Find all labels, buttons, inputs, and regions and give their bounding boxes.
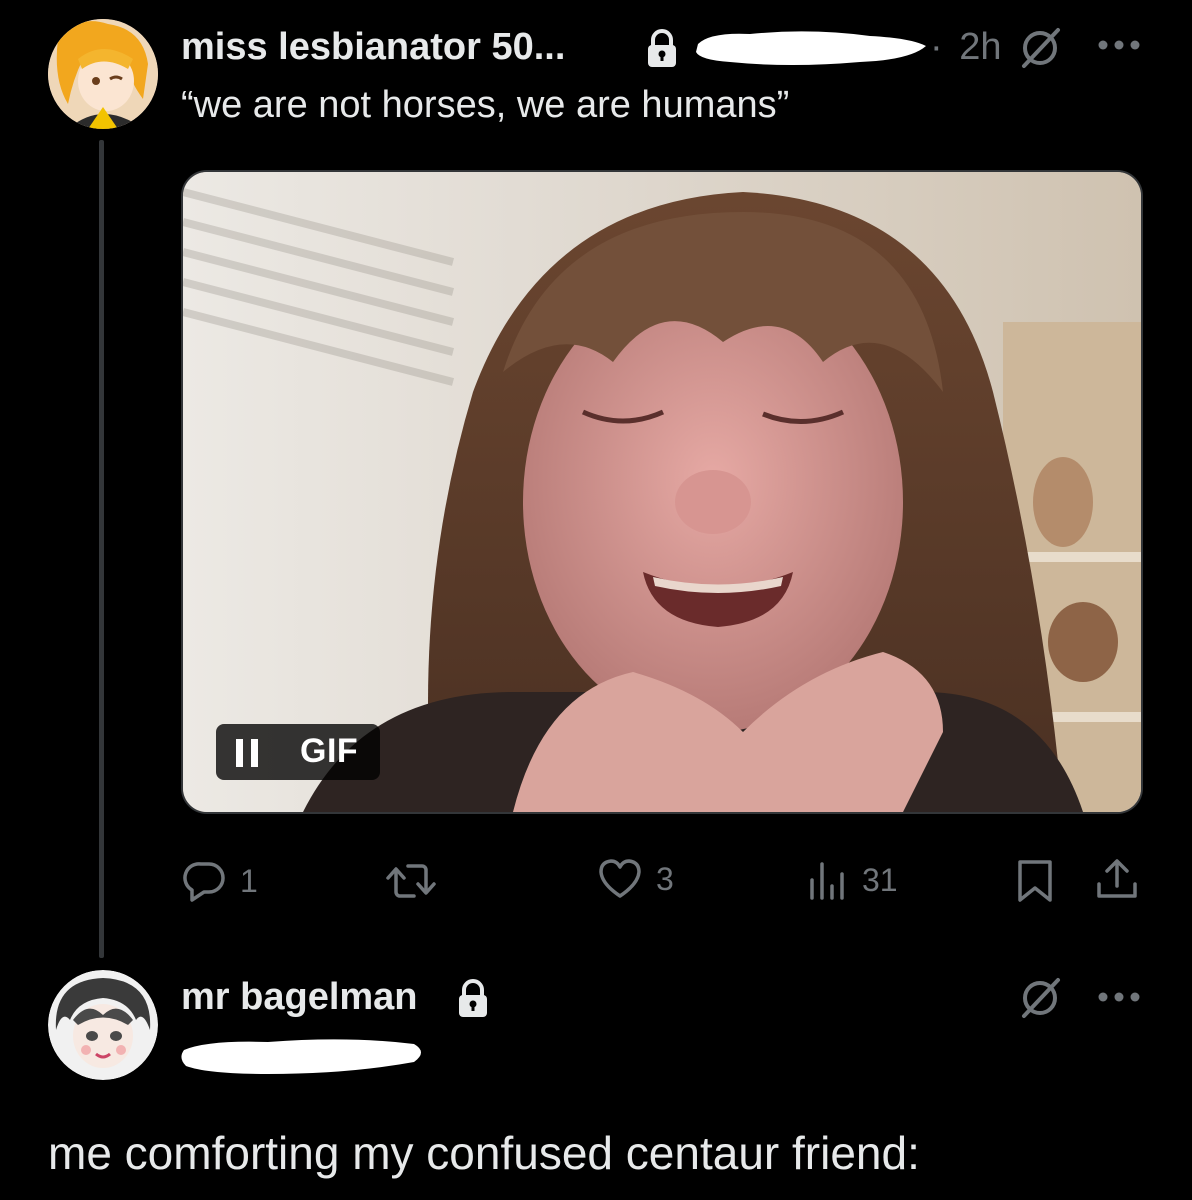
reply-icon <box>183 862 225 902</box>
lock-icon <box>454 978 492 1023</box>
redacted-handle <box>690 24 930 75</box>
gif-label: GIF <box>300 732 359 770</box>
lock-icon <box>643 28 681 73</box>
time-separator: · <box>930 26 943 68</box>
pause-icon[interactable] <box>234 739 264 767</box>
reply-count: 1 <box>240 862 258 899</box>
tweet-text: “we are not horses, we are humans” <box>181 84 790 126</box>
gif-badge[interactable]: GIF <box>216 724 380 780</box>
bookmark-icon[interactable] <box>1014 858 1056 909</box>
more-icon[interactable] <box>1096 38 1142 57</box>
grok-icon[interactable] <box>1018 26 1062 75</box>
reply-author-avatar[interactable] <box>48 970 158 1080</box>
views-button[interactable]: 31 <box>806 858 898 902</box>
view-count: 31 <box>862 861 898 898</box>
reply-button[interactable]: 1 <box>182 858 258 904</box>
post-time[interactable]: 2h <box>959 26 1001 68</box>
repost-button[interactable] <box>384 858 450 904</box>
like-button[interactable]: 3 <box>596 856 674 902</box>
like-count: 3 <box>656 860 674 897</box>
tweet-media-gif[interactable] <box>181 170 1143 814</box>
reply-author-display-name[interactable]: mr bagelman <box>181 976 418 1019</box>
timestamp[interactable]: · 2h <box>930 26 1002 69</box>
share-icon[interactable] <box>1094 856 1140 907</box>
redacted-handle <box>178 1030 428 1085</box>
thread-connector-line <box>99 140 104 958</box>
gif-frame-image <box>183 172 1141 812</box>
reply-text: me comforting my confused centaur friend… <box>48 1127 920 1179</box>
author-display-name[interactable]: miss lesbianator 50... <box>181 26 565 69</box>
views-icon <box>810 862 844 900</box>
repost-icon <box>386 864 436 898</box>
more-icon[interactable] <box>1096 990 1142 1009</box>
heart-icon <box>599 859 641 898</box>
author-avatar[interactable] <box>48 19 158 129</box>
grok-icon[interactable] <box>1018 976 1062 1025</box>
